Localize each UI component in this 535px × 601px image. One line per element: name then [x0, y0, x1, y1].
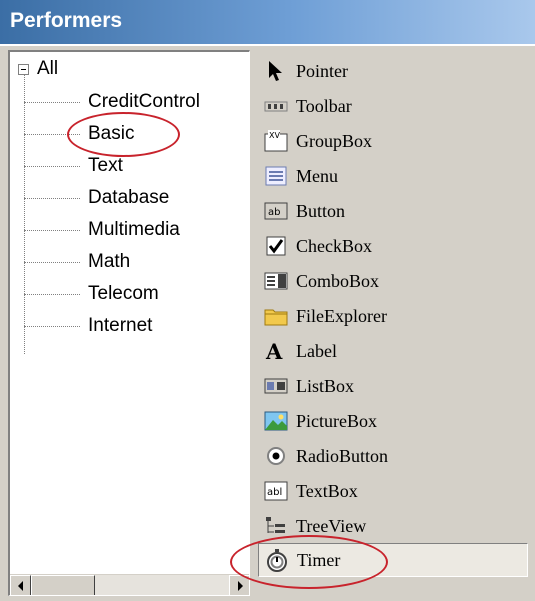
- tool-label: RadioButton: [296, 445, 389, 466]
- tool-toolbar[interactable]: Toolbar: [258, 89, 528, 123]
- tool-label: Menu: [296, 165, 338, 186]
- tool-label-control[interactable]: A Label: [258, 334, 528, 368]
- tree-item-multimedia[interactable]: Multimedia: [24, 214, 180, 246]
- scroll-thumb[interactable]: [31, 575, 95, 595]
- pointer-icon: [264, 59, 288, 83]
- performers-panel: Performers All CreditControl Basic Text …: [0, 0, 535, 601]
- tree-item-label: Telecom: [88, 283, 159, 304]
- picture-icon: [264, 409, 288, 433]
- checkbox-icon: [264, 234, 288, 258]
- tree-horizontal-scrollbar[interactable]: [10, 574, 249, 595]
- category-tree[interactable]: All CreditControl Basic Text Database Mu…: [8, 50, 250, 596]
- tool-label: CheckBox: [296, 235, 372, 256]
- tool-label: ComboBox: [296, 270, 380, 291]
- radio-icon: [264, 444, 288, 468]
- tool-button[interactable]: ab Button: [258, 194, 528, 228]
- tool-treeview[interactable]: TreeView: [258, 509, 528, 543]
- tool-label: Label: [296, 340, 337, 361]
- scroll-right-button[interactable]: [229, 575, 249, 595]
- tree-item-label: CreditControl: [88, 91, 200, 112]
- toolbar-icon: [264, 94, 288, 118]
- tool-label: TextBox: [296, 480, 358, 501]
- tool-textbox[interactable]: abl TextBox: [258, 474, 528, 508]
- tool-label: ListBox: [296, 375, 355, 396]
- tree-item-label: Math: [88, 251, 131, 272]
- arrow-right-icon: [238, 581, 243, 591]
- svg-text:XV: XV: [269, 131, 280, 140]
- tree-item-internet[interactable]: Internet: [24, 310, 152, 342]
- tree-item-database[interactable]: Database: [24, 182, 169, 214]
- textbox-icon: abl: [264, 479, 288, 503]
- tree-item-telecom[interactable]: Telecom: [24, 278, 159, 310]
- tree-item-label: Internet: [88, 315, 153, 336]
- tool-menu[interactable]: Menu: [258, 159, 528, 193]
- tool-label: Button: [296, 200, 346, 221]
- timer-icon: [265, 548, 289, 572]
- tool-label: FileExplorer: [296, 305, 387, 326]
- tool-pointer[interactable]: Pointer: [258, 54, 528, 88]
- tree-item-text[interactable]: Text: [24, 150, 123, 182]
- label-icon: A: [264, 339, 288, 363]
- tool-label: TreeView: [296, 515, 367, 536]
- tool-label: Toolbar: [296, 95, 352, 116]
- tree-item-label: Database: [88, 187, 170, 208]
- svg-text:abl: abl: [267, 487, 282, 498]
- tree-item-creditcontrol[interactable]: CreditControl: [24, 86, 200, 118]
- tree-root-all[interactable]: All: [18, 54, 58, 84]
- tool-combobox[interactable]: ComboBox: [258, 264, 528, 298]
- tool-groupbox[interactable]: XV GroupBox: [258, 124, 528, 158]
- tool-fileexplorer[interactable]: FileExplorer: [258, 299, 528, 333]
- button-icon: ab: [264, 199, 288, 223]
- collapse-icon[interactable]: [18, 63, 29, 75]
- combobox-icon: [264, 269, 288, 293]
- tool-label: PictureBox: [296, 410, 377, 431]
- scroll-left-button[interactable]: [10, 575, 31, 595]
- tool-label: GroupBox: [296, 130, 372, 151]
- toolbox-list: Pointer Toolbar XV GroupBox Menu ab Butt…: [258, 50, 535, 601]
- tree-item-label: Basic: [88, 123, 135, 144]
- folder-icon: [264, 304, 288, 328]
- groupbox-icon: XV: [264, 129, 288, 153]
- tool-label: Timer: [297, 549, 341, 570]
- tree-root-label: All: [37, 58, 59, 79]
- tool-timer[interactable]: Timer: [258, 543, 528, 577]
- listbox-icon: [264, 374, 288, 398]
- tool-checkbox[interactable]: CheckBox: [258, 229, 528, 263]
- tool-label: Pointer: [296, 60, 348, 81]
- menu-icon: [264, 164, 288, 188]
- treeview-icon: [264, 514, 288, 538]
- tool-radiobutton[interactable]: RadioButton: [258, 439, 528, 473]
- svg-text:ab: ab: [268, 207, 280, 218]
- tool-listbox[interactable]: ListBox: [258, 369, 528, 403]
- tool-picturebox[interactable]: PictureBox: [258, 404, 528, 438]
- svg-text:A: A: [265, 340, 283, 362]
- tree-item-math[interactable]: Math: [24, 246, 130, 278]
- panel-title: Performers: [10, 9, 123, 32]
- panel-title-bar: Performers: [0, 0, 535, 46]
- tree-item-label: Multimedia: [88, 219, 180, 240]
- tree-item-label: Text: [88, 155, 123, 176]
- arrow-left-icon: [18, 581, 23, 591]
- tree-item-basic[interactable]: Basic: [24, 118, 134, 150]
